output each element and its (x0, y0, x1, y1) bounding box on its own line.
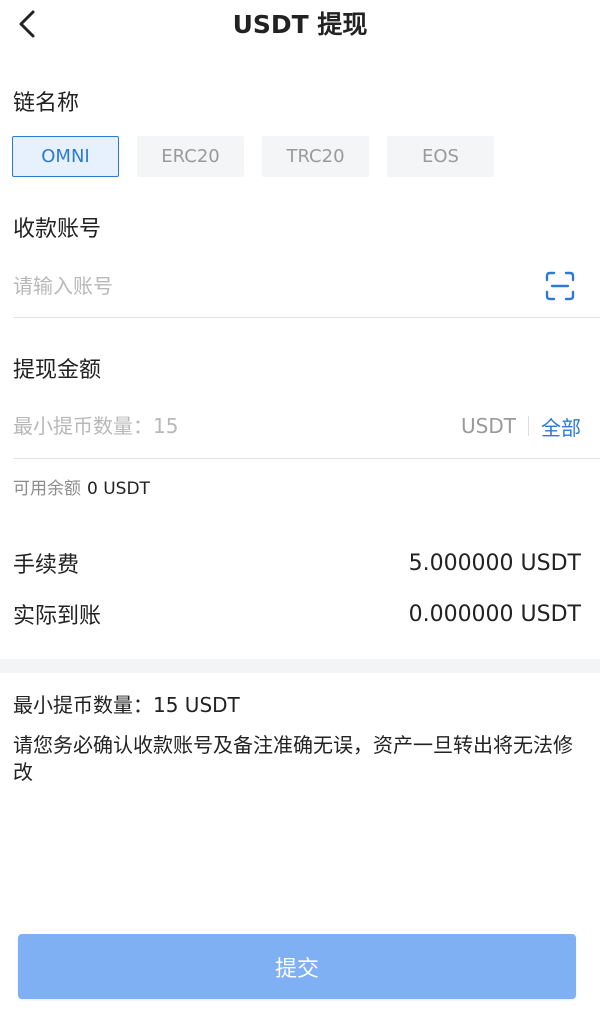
header: USDT 提现 (0, 0, 600, 50)
page-title: USDT 提现 (232, 10, 368, 39)
account-row (13, 266, 600, 306)
account-input[interactable] (13, 274, 545, 298)
chain-tabs: OMNI ERC20 TRC20 EOS (12, 136, 512, 177)
chain-tab-trc20[interactable]: TRC20 (262, 136, 369, 177)
amount-input[interactable] (13, 414, 462, 438)
amount-row: USDT 全部 (13, 406, 600, 446)
received-row: 实际到账 0.000000 USDT (13, 598, 581, 630)
amount-unit: USDT (461, 416, 529, 436)
available-label: 可用余额 (13, 479, 81, 499)
amount-label: 提现金额 (13, 358, 102, 383)
available-value: 0 USDT (87, 479, 150, 499)
min-withdraw-notice: 最小提币数量：15 USDT (13, 693, 240, 717)
scan-icon (545, 271, 575, 301)
account-divider (13, 317, 600, 318)
fee-value: 5.000000 USDT (408, 550, 581, 576)
withdraw-all-button[interactable]: 全部 (529, 412, 581, 441)
received-value: 0.000000 USDT (408, 601, 581, 627)
chain-tab-erc20[interactable]: ERC20 (137, 136, 244, 177)
section-separator (0, 659, 600, 673)
account-label: 收款账号 (13, 217, 102, 242)
submit-button[interactable]: 提交 (18, 934, 576, 999)
warning-notice: 请您务必确认收款账号及备注准确无误，资产一旦转出将无法修改 (13, 733, 573, 784)
fee-label: 手续费 (13, 553, 80, 578)
chain-tab-omni[interactable]: OMNI (12, 136, 119, 177)
scan-button[interactable] (545, 271, 575, 301)
chain-tab-eos[interactable]: EOS (387, 136, 494, 177)
fee-row: 手续费 5.000000 USDT (13, 547, 581, 579)
chain-label: 链名称 (13, 91, 80, 116)
available-balance: 可用余额 0 USDT (13, 474, 150, 499)
amount-divider (13, 458, 600, 459)
received-label: 实际到账 (13, 604, 102, 629)
